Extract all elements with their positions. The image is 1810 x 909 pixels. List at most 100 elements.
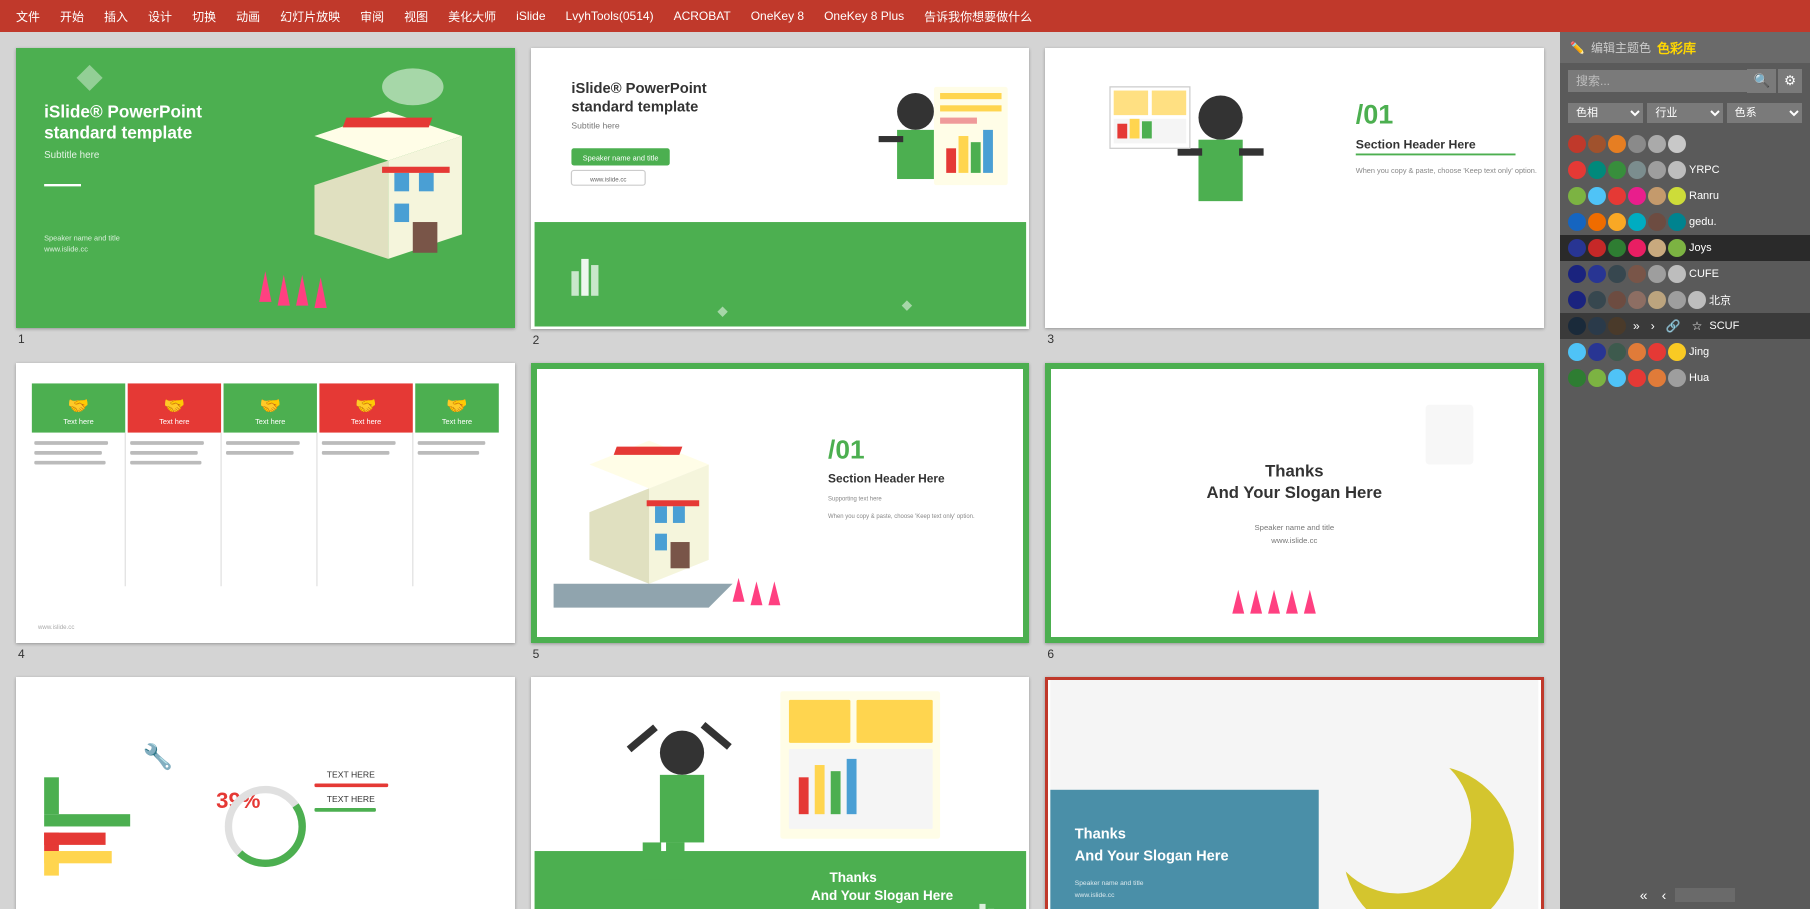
slide-thumbnail-1[interactable]: iSlide® PowerPoint standard template Sub… xyxy=(16,48,515,328)
swatch[interactable] xyxy=(1608,265,1626,283)
swatch[interactable] xyxy=(1588,369,1606,387)
swatch[interactable] xyxy=(1588,161,1606,179)
swatch[interactable] xyxy=(1588,265,1606,283)
swatch[interactable] xyxy=(1588,187,1606,205)
swatch[interactable] xyxy=(1568,135,1586,153)
swatch[interactable] xyxy=(1568,317,1586,335)
swatch[interactable] xyxy=(1648,265,1666,283)
swatch[interactable] xyxy=(1688,291,1706,309)
swatch[interactable] xyxy=(1588,343,1606,361)
menu-start[interactable]: 开始 xyxy=(52,6,92,27)
filter-hue[interactable]: 色相 xyxy=(1568,103,1643,123)
menu-file[interactable]: 文件 xyxy=(8,6,48,27)
swatch[interactable] xyxy=(1648,135,1666,153)
swatch[interactable] xyxy=(1588,291,1606,309)
swatch[interactable] xyxy=(1668,161,1686,179)
swatch[interactable] xyxy=(1648,239,1666,257)
swatch[interactable] xyxy=(1648,343,1666,361)
swatch[interactable] xyxy=(1608,369,1626,387)
slide-thumbnail-4[interactable]: 🤝 🤝 🤝 🤝 🤝 Text here Text here Text here … xyxy=(16,363,515,643)
swatch[interactable] xyxy=(1608,213,1626,231)
slide-thumbnail-8[interactable]: Thanks And Your Slogan Here Speaker name… xyxy=(531,677,1030,909)
menu-insert[interactable]: 插入 xyxy=(96,6,136,27)
page-info-input[interactable]: 3 / 106 xyxy=(1675,888,1735,902)
swatch[interactable] xyxy=(1668,239,1686,257)
menu-design[interactable]: 设计 xyxy=(140,6,180,27)
menu-onekey8[interactable]: OneKey 8 xyxy=(743,7,812,25)
color-entry-ranru[interactable]: Ranru xyxy=(1560,183,1810,209)
swatch[interactable] xyxy=(1628,239,1646,257)
color-entry-1[interactable] xyxy=(1560,131,1810,157)
slide-thumbnail-5[interactable]: /01 Section Header Here Supporting text … xyxy=(531,363,1030,644)
color-entry-yrpc[interactable]: YRPC xyxy=(1560,157,1810,183)
slide-thumbnail-9[interactable]: Thanks And Your Slogan Here Speaker name… xyxy=(1045,677,1544,909)
swatch[interactable] xyxy=(1648,187,1666,205)
swatch[interactable] xyxy=(1568,291,1586,309)
slide-item-8[interactable]: Thanks And Your Slogan Here Speaker name… xyxy=(531,677,1030,909)
color-entry-joys[interactable]: Joys xyxy=(1560,235,1810,261)
color-entry-jing[interactable]: Jing xyxy=(1560,339,1810,365)
panel-tab-label[interactable]: 色彩库 xyxy=(1657,38,1696,57)
star-btn[interactable]: ☆ xyxy=(1688,318,1707,334)
slide-thumbnail-7[interactable]: 39% TEXT HERE TEXT HERE 🔧 xyxy=(16,677,515,909)
swatch[interactable] xyxy=(1668,291,1686,309)
swatch[interactable] xyxy=(1628,135,1646,153)
settings-button[interactable]: ⚙ xyxy=(1778,69,1802,93)
menu-slideshow[interactable]: 幻灯片放映 xyxy=(272,6,348,27)
swatch[interactable] xyxy=(1608,161,1626,179)
menu-transition[interactable]: 切换 xyxy=(184,6,224,27)
swatch[interactable] xyxy=(1568,265,1586,283)
swatch[interactable] xyxy=(1668,265,1686,283)
slide-item-1[interactable]: iSlide® PowerPoint standard template Sub… xyxy=(16,48,515,347)
slide-item-7[interactable]: 39% TEXT HERE TEXT HERE 🔧 7 xyxy=(16,677,515,909)
swatch[interactable] xyxy=(1628,265,1646,283)
link-btn[interactable]: 🔗 xyxy=(1662,318,1685,334)
slide-item-4[interactable]: 🤝 🤝 🤝 🤝 🤝 Text here Text here Text here … xyxy=(16,363,515,662)
swatch[interactable] xyxy=(1568,187,1586,205)
swatch[interactable] xyxy=(1628,291,1646,309)
search-input[interactable] xyxy=(1568,70,1747,92)
swatch[interactable] xyxy=(1568,369,1586,387)
swatch[interactable] xyxy=(1608,291,1626,309)
menu-animation[interactable]: 动画 xyxy=(228,6,268,27)
filter-industry[interactable]: 行业 xyxy=(1647,103,1722,123)
page-prev-btn[interactable]: ‹ xyxy=(1657,885,1672,905)
slide-thumbnail-3[interactable]: /01 Section Header Here When you copy & … xyxy=(1045,48,1544,328)
color-entry-cufe[interactable]: CUFE xyxy=(1560,261,1810,287)
forward-btn[interactable]: › xyxy=(1647,318,1659,334)
slide-item-3[interactable]: /01 Section Header Here When you copy & … xyxy=(1045,48,1544,347)
color-entry-hua[interactable]: Hua xyxy=(1560,365,1810,391)
color-entry-scuf[interactable]: » › 🔗 ☆ SCUF xyxy=(1560,313,1810,339)
slide-thumbnail-6[interactable]: Thanks And Your Slogan Here Speaker name… xyxy=(1045,363,1544,643)
swatch[interactable] xyxy=(1588,317,1606,335)
swatch[interactable] xyxy=(1648,369,1666,387)
swatch[interactable] xyxy=(1568,343,1586,361)
menu-beautify[interactable]: 美化大师 xyxy=(440,6,504,27)
swatch[interactable] xyxy=(1608,317,1626,335)
swatch[interactable] xyxy=(1628,369,1646,387)
swatch[interactable] xyxy=(1568,161,1586,179)
swatch[interactable] xyxy=(1668,343,1686,361)
swatch[interactable] xyxy=(1608,343,1626,361)
color-entry-gedu[interactable]: gedu. xyxy=(1560,209,1810,235)
swatch[interactable] xyxy=(1588,239,1606,257)
menu-help[interactable]: 告诉我你想要做什么 xyxy=(916,6,1040,27)
swatch[interactable] xyxy=(1628,213,1646,231)
menu-onekey8plus[interactable]: OneKey 8 Plus xyxy=(816,7,912,25)
swatch[interactable] xyxy=(1568,213,1586,231)
menu-acrobat[interactable]: ACROBAT xyxy=(666,7,739,25)
swatch[interactable] xyxy=(1588,213,1606,231)
menu-review[interactable]: 审阅 xyxy=(352,6,392,27)
slide-item-2[interactable]: iSlide® PowerPoint standard template Sub… xyxy=(531,48,1030,347)
slide-item-6[interactable]: Thanks And Your Slogan Here Speaker name… xyxy=(1045,363,1544,662)
slide-thumbnail-2[interactable]: iSlide® PowerPoint standard template Sub… xyxy=(531,48,1030,329)
slide-item-9[interactable]: Thanks And Your Slogan Here Speaker name… xyxy=(1045,677,1544,909)
swatch[interactable] xyxy=(1628,187,1646,205)
color-entry-beijing[interactable]: 北京 xyxy=(1560,287,1810,313)
swatch[interactable] xyxy=(1668,135,1686,153)
swatch[interactable] xyxy=(1648,213,1666,231)
swatch[interactable] xyxy=(1668,213,1686,231)
swatch[interactable] xyxy=(1608,135,1626,153)
swatch[interactable] xyxy=(1588,135,1606,153)
swatch[interactable] xyxy=(1648,161,1666,179)
